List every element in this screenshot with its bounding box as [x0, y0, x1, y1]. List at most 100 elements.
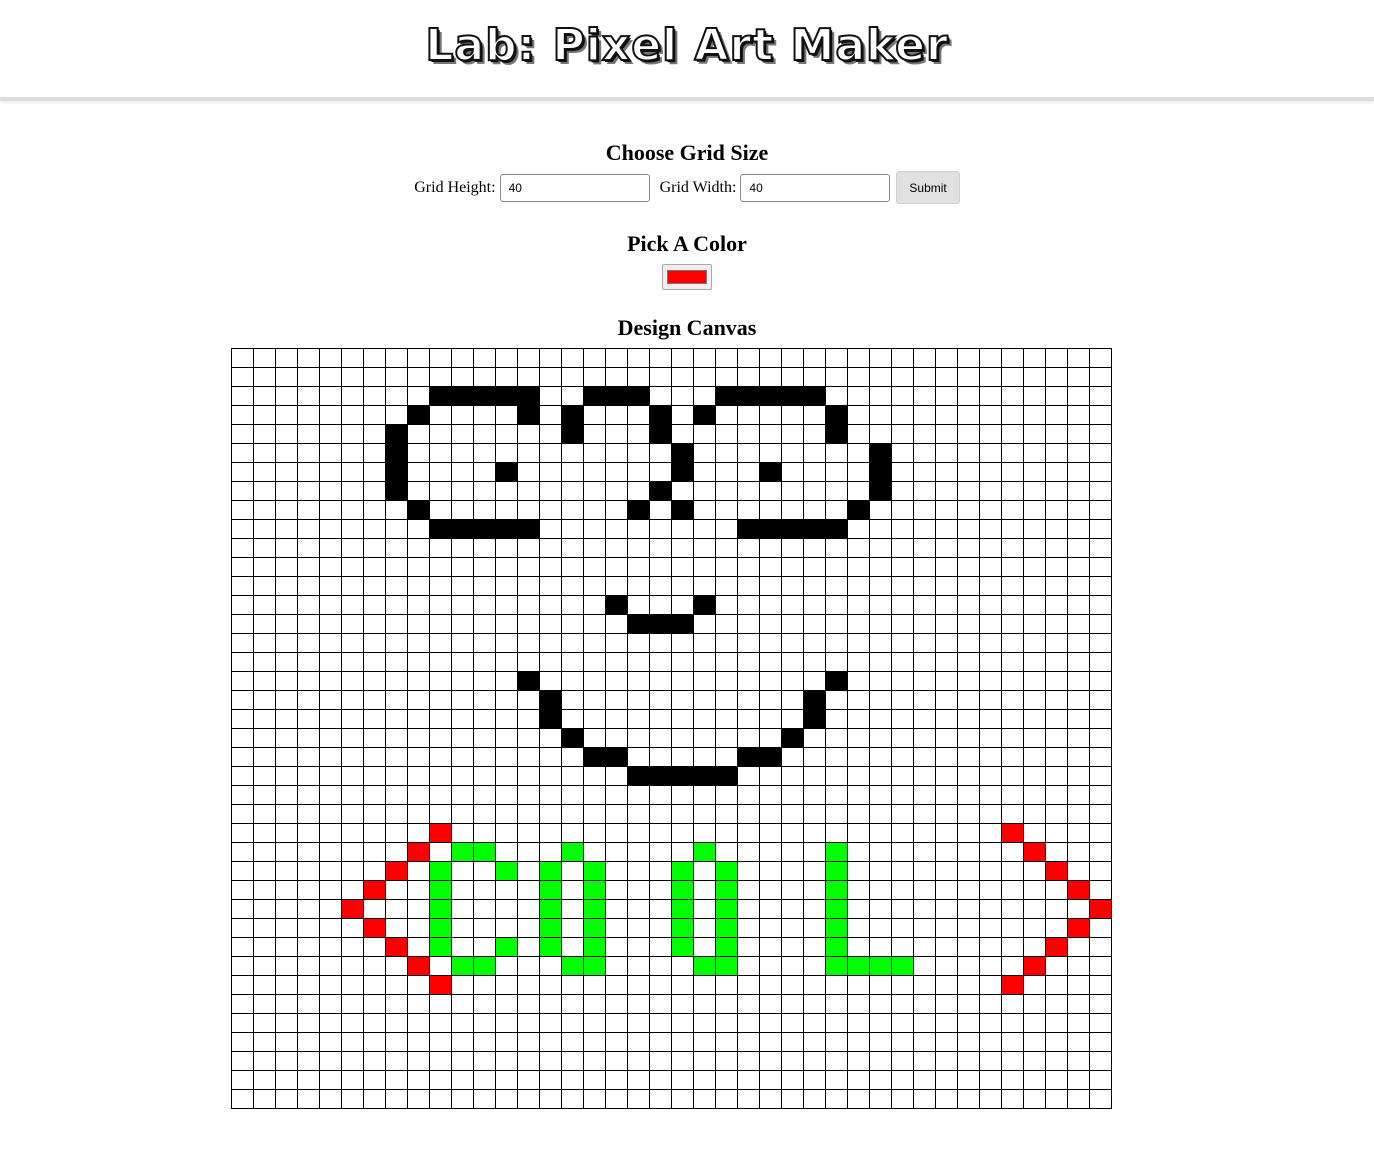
canvas-cell[interactable] — [297, 386, 320, 406]
canvas-cell[interactable] — [495, 956, 518, 976]
canvas-cell[interactable] — [319, 1089, 342, 1109]
canvas-cell[interactable] — [1045, 633, 1068, 653]
canvas-cell[interactable] — [407, 728, 430, 748]
canvas-cell[interactable] — [869, 481, 892, 501]
canvas-cell[interactable] — [693, 728, 716, 748]
canvas-cell[interactable] — [847, 500, 870, 520]
canvas-cell[interactable] — [627, 975, 650, 995]
canvas-cell[interactable] — [737, 386, 760, 406]
canvas-cell[interactable] — [451, 766, 474, 786]
canvas-cell[interactable] — [759, 519, 782, 539]
canvas-cell[interactable] — [385, 443, 408, 463]
canvas-cell[interactable] — [1045, 405, 1068, 425]
canvas-cell[interactable] — [1089, 576, 1112, 596]
canvas-cell[interactable] — [583, 937, 606, 957]
canvas-cell[interactable] — [495, 671, 518, 691]
canvas-cell[interactable] — [605, 785, 628, 805]
canvas-cell[interactable] — [671, 728, 694, 748]
canvas-cell[interactable] — [407, 576, 430, 596]
canvas-cell[interactable] — [781, 462, 804, 482]
canvas-cell[interactable] — [517, 975, 540, 995]
canvas-cell[interactable] — [319, 557, 342, 577]
canvas-cell[interactable] — [1067, 557, 1090, 577]
canvas-cell[interactable] — [583, 443, 606, 463]
canvas-cell[interactable] — [957, 367, 980, 387]
canvas-cell[interactable] — [759, 975, 782, 995]
canvas-cell[interactable] — [253, 785, 276, 805]
canvas-cell[interactable] — [1023, 386, 1046, 406]
canvas-cell[interactable] — [649, 728, 672, 748]
canvas-cell[interactable] — [429, 1070, 452, 1090]
canvas-cell[interactable] — [1001, 519, 1024, 539]
canvas-cell[interactable] — [561, 880, 584, 900]
canvas-cell[interactable] — [429, 899, 452, 919]
canvas-cell[interactable] — [451, 804, 474, 824]
canvas-cell[interactable] — [957, 1032, 980, 1052]
canvas-cell[interactable] — [957, 747, 980, 767]
canvas-cell[interactable] — [583, 538, 606, 558]
canvas-cell[interactable] — [1089, 519, 1112, 539]
canvas-cell[interactable] — [341, 690, 364, 710]
canvas-cell[interactable] — [1045, 424, 1068, 444]
canvas-cell[interactable] — [1067, 652, 1090, 672]
canvas-cell[interactable] — [957, 823, 980, 843]
canvas-cell[interactable] — [363, 994, 386, 1014]
canvas-cell[interactable] — [517, 500, 540, 520]
canvas-cell[interactable] — [715, 728, 738, 748]
canvas-cell[interactable] — [715, 671, 738, 691]
canvas-cell[interactable] — [517, 1051, 540, 1071]
canvas-cell[interactable] — [297, 405, 320, 425]
canvas-cell[interactable] — [935, 367, 958, 387]
canvas-cell[interactable] — [473, 405, 496, 425]
canvas-cell[interactable] — [495, 367, 518, 387]
canvas-cell[interactable] — [473, 538, 496, 558]
canvas-cell[interactable] — [913, 633, 936, 653]
canvas-cell[interactable] — [781, 823, 804, 843]
canvas-cell[interactable] — [319, 538, 342, 558]
canvas-cell[interactable] — [693, 880, 716, 900]
canvas-cell[interactable] — [583, 690, 606, 710]
canvas-cell[interactable] — [583, 956, 606, 976]
canvas-cell[interactable] — [495, 462, 518, 482]
canvas-cell[interactable] — [649, 766, 672, 786]
canvas-cell[interactable] — [517, 709, 540, 729]
canvas-cell[interactable] — [1067, 614, 1090, 634]
canvas-cell[interactable] — [957, 766, 980, 786]
canvas-cell[interactable] — [957, 937, 980, 957]
canvas-cell[interactable] — [517, 462, 540, 482]
canvas-cell[interactable] — [297, 1032, 320, 1052]
canvas-cell[interactable] — [627, 1089, 650, 1109]
canvas-cell[interactable] — [1045, 1013, 1068, 1033]
canvas-cell[interactable] — [1001, 424, 1024, 444]
canvas-cell[interactable] — [847, 367, 870, 387]
canvas-cell[interactable] — [473, 424, 496, 444]
canvas-cell[interactable] — [737, 462, 760, 482]
canvas-cell[interactable] — [693, 918, 716, 938]
canvas-cell[interactable] — [913, 690, 936, 710]
canvas-cell[interactable] — [473, 956, 496, 976]
canvas-cell[interactable] — [781, 519, 804, 539]
canvas-cell[interactable] — [1001, 880, 1024, 900]
canvas-cell[interactable] — [407, 424, 430, 444]
canvas-cell[interactable] — [627, 462, 650, 482]
canvas-cell[interactable] — [781, 690, 804, 710]
canvas-cell[interactable] — [715, 690, 738, 710]
canvas-cell[interactable] — [517, 994, 540, 1014]
canvas-cell[interactable] — [693, 766, 716, 786]
canvas-cell[interactable] — [495, 519, 518, 539]
canvas-cell[interactable] — [275, 519, 298, 539]
canvas-cell[interactable] — [495, 747, 518, 767]
canvas-cell[interactable] — [605, 1013, 628, 1033]
canvas-cell[interactable] — [759, 994, 782, 1014]
canvas-cell[interactable] — [913, 614, 936, 634]
canvas-cell[interactable] — [1001, 709, 1024, 729]
canvas-cell[interactable] — [935, 1051, 958, 1071]
canvas-cell[interactable] — [759, 785, 782, 805]
canvas-cell[interactable] — [869, 785, 892, 805]
canvas-cell[interactable] — [649, 823, 672, 843]
canvas-cell[interactable] — [979, 386, 1002, 406]
canvas-cell[interactable] — [275, 633, 298, 653]
canvas-cell[interactable] — [935, 823, 958, 843]
canvas-cell[interactable] — [363, 1032, 386, 1052]
canvas-cell[interactable] — [1023, 367, 1046, 387]
